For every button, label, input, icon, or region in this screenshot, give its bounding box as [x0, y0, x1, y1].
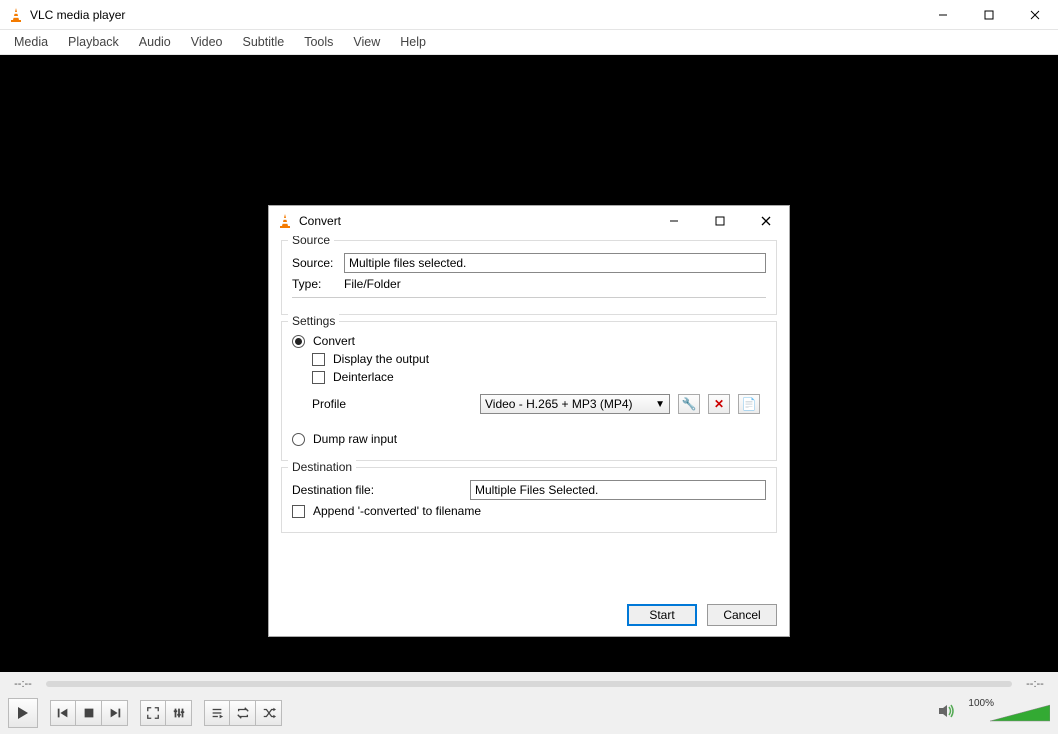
type-value: File/Folder: [344, 277, 401, 291]
play-icon: [15, 705, 31, 721]
menu-video[interactable]: Video: [181, 31, 233, 53]
settings-group: Settings Convert Display the output Dein…: [281, 321, 777, 461]
new-profile-button[interactable]: 📄: [738, 394, 760, 414]
main-titlebar: VLC media player: [0, 0, 1058, 30]
main-minimize-button[interactable]: [920, 0, 966, 30]
playlist-button[interactable]: [204, 700, 230, 726]
shuffle-icon: [262, 706, 276, 720]
chevron-down-icon: ▼: [655, 399, 665, 410]
shuffle-button[interactable]: [256, 700, 282, 726]
destination-file-label: Destination file:: [292, 483, 462, 497]
menu-playback[interactable]: Playback: [58, 31, 129, 53]
main-maximize-button[interactable]: [966, 0, 1012, 30]
main-close-button[interactable]: [1012, 0, 1058, 30]
convert-radio[interactable]: [292, 335, 305, 348]
profile-label: Profile: [312, 397, 472, 411]
new-profile-icon: 📄: [742, 397, 757, 411]
start-button-label: Start: [649, 608, 674, 622]
video-area: Convert Source Source: Type: File/Folde: [0, 55, 1058, 672]
dialog-titlebar: Convert: [269, 206, 789, 236]
menu-view[interactable]: View: [343, 31, 390, 53]
profile-select-value: Video - H.265 + MP3 (MP4): [485, 397, 633, 411]
loop-icon: [236, 706, 250, 720]
controls-row: 100%: [0, 696, 1058, 734]
menu-subtitle[interactable]: Subtitle: [233, 31, 295, 53]
time-total[interactable]: --:--: [1020, 678, 1050, 690]
deinterlace-checkbox[interactable]: [312, 371, 325, 384]
vlc-cone-icon: [277, 213, 293, 229]
cancel-button-label: Cancel: [723, 608, 760, 622]
menu-audio[interactable]: Audio: [129, 31, 181, 53]
playlist-icon: [210, 706, 224, 720]
fullscreen-icon: [146, 706, 160, 720]
start-button[interactable]: Start: [627, 604, 697, 626]
destination-group: Destination Destination file: Append '-c…: [281, 467, 777, 533]
loop-button[interactable]: [230, 700, 256, 726]
seek-slider[interactable]: [46, 681, 1012, 687]
type-label: Type:: [292, 277, 336, 291]
cancel-button[interactable]: Cancel: [707, 604, 777, 626]
vlc-cone-icon: [8, 7, 24, 23]
menu-media[interactable]: Media: [4, 31, 58, 53]
destination-legend: Destination: [288, 460, 356, 474]
deinterlace-label: Deinterlace: [333, 370, 394, 384]
dialog-close-button[interactable]: [743, 206, 789, 236]
delete-icon: ✕: [714, 397, 724, 411]
menu-tools[interactable]: Tools: [294, 31, 343, 53]
display-output-label: Display the output: [333, 352, 429, 366]
convert-dialog: Convert Source Source: Type: File/Folde: [268, 205, 790, 637]
source-input[interactable]: [344, 253, 766, 273]
speaker-icon[interactable]: [938, 703, 956, 724]
main-window-title: VLC media player: [30, 8, 125, 22]
dialog-maximize-button[interactable]: [697, 206, 743, 236]
destination-file-input[interactable]: [470, 480, 766, 500]
append-converted-checkbox[interactable]: [292, 505, 305, 518]
next-button[interactable]: [102, 700, 128, 726]
dialog-button-row: Start Cancel: [269, 602, 789, 636]
skip-back-icon: [56, 706, 70, 720]
source-group: Source Source: Type: File/Folder: [281, 240, 777, 315]
convert-radio-label: Convert: [313, 334, 355, 348]
skip-forward-icon: [108, 706, 122, 720]
vlc-main-window: VLC media player Media Playback Audio Vi…: [0, 0, 1058, 734]
stop-button[interactable]: [76, 700, 102, 726]
source-label: Source:: [292, 256, 336, 270]
seek-row: --:-- --:--: [0, 672, 1058, 696]
dump-raw-label: Dump raw input: [313, 432, 397, 446]
previous-button[interactable]: [50, 700, 76, 726]
append-converted-label: Append '-converted' to filename: [313, 504, 481, 518]
source-legend: Source: [288, 236, 334, 247]
menu-help[interactable]: Help: [390, 31, 436, 53]
edit-profile-button[interactable]: 🔧: [678, 394, 700, 414]
profile-select[interactable]: Video - H.265 + MP3 (MP4) ▼: [480, 394, 670, 414]
main-menubar: Media Playback Audio Video Subtitle Tool…: [0, 30, 1058, 55]
dialog-title: Convert: [299, 214, 341, 228]
extended-settings-button[interactable]: [166, 700, 192, 726]
stop-icon: [82, 706, 96, 720]
equalizer-icon: [172, 706, 186, 720]
display-output-checkbox[interactable]: [312, 353, 325, 366]
delete-profile-button[interactable]: ✕: [708, 394, 730, 414]
dump-raw-radio[interactable]: [292, 433, 305, 446]
play-button[interactable]: [8, 698, 38, 728]
settings-legend: Settings: [288, 314, 339, 328]
time-elapsed[interactable]: --:--: [8, 678, 38, 690]
volume-slider[interactable]: [990, 703, 1050, 723]
wrench-icon: 🔧: [682, 397, 697, 411]
fullscreen-button[interactable]: [140, 700, 166, 726]
dialog-minimize-button[interactable]: [651, 206, 697, 236]
